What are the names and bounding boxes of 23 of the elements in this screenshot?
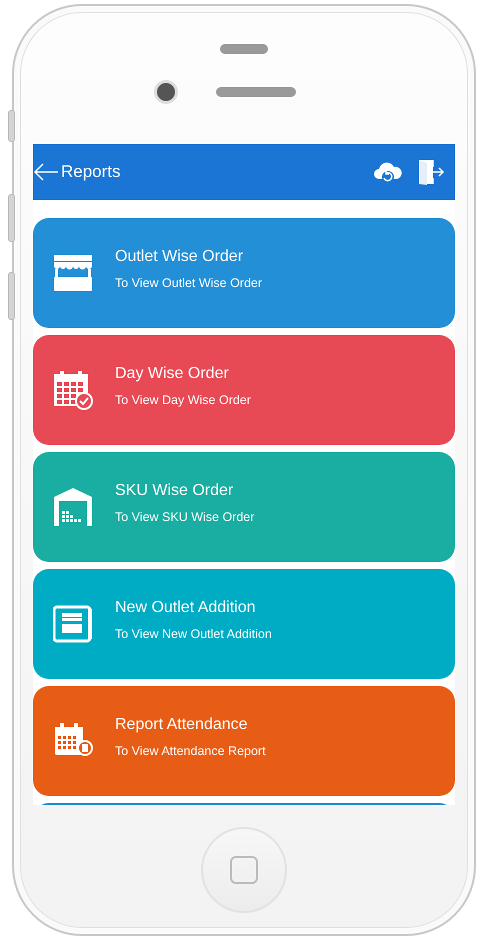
card-subtitle: To View Attendance Report bbox=[115, 744, 266, 758]
card-title: Day Wise Order bbox=[115, 365, 230, 383]
card-subtitle: To View Day Wise Order bbox=[115, 393, 251, 407]
card-subtitle: To View Outlet Wise Order bbox=[115, 276, 262, 290]
exit-door-icon[interactable] bbox=[417, 158, 445, 186]
back-arrow-icon bbox=[33, 162, 59, 182]
market-stall-icon bbox=[53, 253, 93, 293]
card-title: Outlet Wise Order bbox=[115, 248, 244, 266]
report-card[interactable]: Day Wise Order To View Day Wise Order bbox=[33, 335, 455, 445]
report-card[interactable]: Outlet Wise Order To View Outlet Wise Order bbox=[33, 218, 455, 328]
card-title: SKU Wise Order bbox=[115, 482, 234, 500]
report-card[interactable]: New Outlet Addition To View New Outlet Addition bbox=[33, 569, 455, 679]
camera-lens bbox=[154, 80, 178, 104]
report-card[interactable]: SKU Wise Order To View SKU Wise Order bbox=[33, 452, 455, 562]
card-title: Report Attendance bbox=[115, 716, 249, 734]
back-button[interactable]: Reports bbox=[33, 162, 121, 182]
calendar-check-icon bbox=[53, 370, 93, 410]
warehouse-icon bbox=[53, 487, 93, 527]
card-subtitle: To View New Outlet Addition bbox=[115, 627, 272, 641]
card-title: New Outlet Addition bbox=[115, 599, 257, 617]
card-subtitle: To View SKU Wise Order bbox=[115, 510, 254, 524]
speaker-grille bbox=[220, 44, 268, 54]
report-card[interactable]: Report Attendance To View Attendance Report bbox=[33, 686, 455, 796]
